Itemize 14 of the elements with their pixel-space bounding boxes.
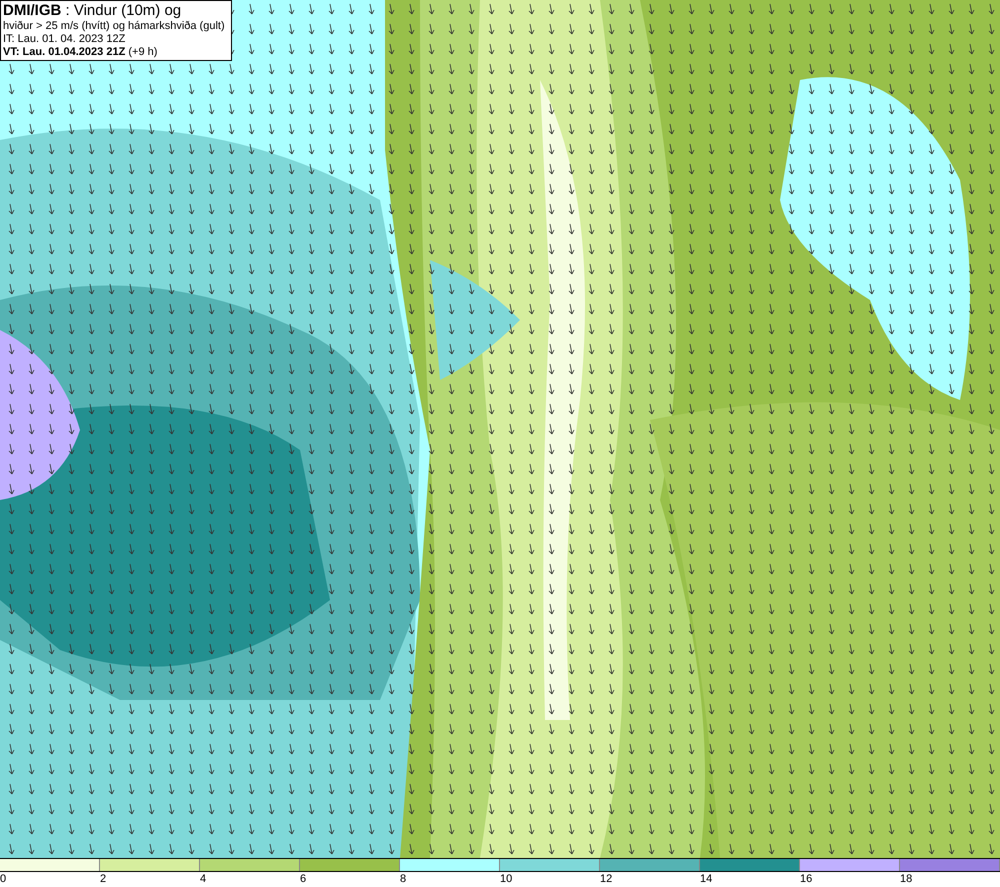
legend-label: 16 (800, 872, 812, 887)
map-info-text: VT: Lau. 01.04.2023 21Z (+9 h) (3, 46, 158, 59)
map-info-text: hviður > 25 m/s (hvítt) og hámarkshviða (gult) (3, 20, 225, 33)
legend-label: 4 (200, 872, 206, 887)
legend-label: 2 (100, 872, 106, 887)
map-info-text: IT: Lau. 01. 04. 2023 12Z (3, 33, 126, 46)
map-title: DMI/IGB : Vindur (10m) og (3, 2, 182, 20)
legend-label: 10 (500, 872, 512, 887)
legend-label: 8 (400, 872, 406, 887)
legend-label: 6 (300, 872, 306, 887)
legend-label: 0 (0, 872, 6, 887)
legend-label: 18 (900, 872, 912, 887)
legend-label: 14 (700, 872, 712, 887)
legend-label: 12 (600, 872, 612, 887)
